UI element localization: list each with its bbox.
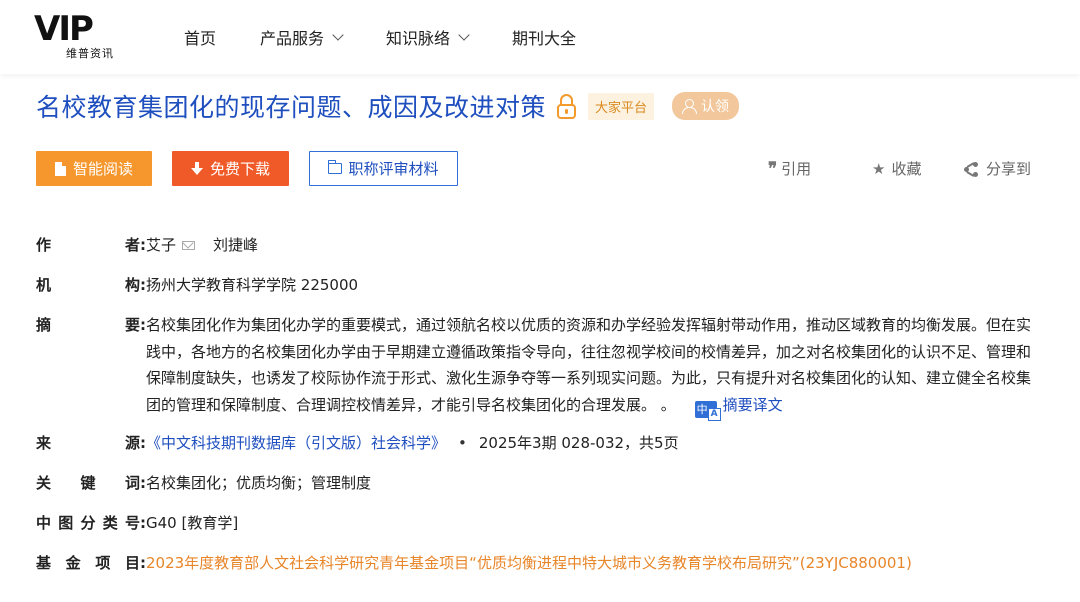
smart-read-button[interactable]: 智能阅读 <box>36 151 152 186</box>
logo-subtitle: 维普资讯 <box>66 47 114 60</box>
source-label: 来源: <box>36 434 146 452</box>
open-access-lock-icon <box>556 92 578 120</box>
organization-row: 机构: 扬州大学教育科学学院 225000 <box>36 272 1036 298</box>
free-download-button[interactable]: 免费下载 <box>172 151 289 186</box>
claim-button[interactable]: 认领 <box>672 92 740 120</box>
organization-label: 机构: <box>36 276 146 294</box>
nav-item-products[interactable]: 产品服务 <box>260 25 344 49</box>
person-icon <box>682 99 698 114</box>
abstract-label: 摘要: <box>36 316 146 334</box>
nav-label: 知识脉络 <box>386 29 451 48</box>
keywords-label: 关键词: <box>36 474 146 492</box>
chevron-down-icon <box>458 29 470 41</box>
organization-value[interactable]: 扬州大学教育科学学院 225000 <box>146 272 1036 298</box>
smart-read-label: 智能阅读 <box>72 160 133 178</box>
chevron-down-icon <box>332 29 344 41</box>
share-icon <box>964 161 978 177</box>
source-issue: 2025年3期 028-032，共5页 <box>478 434 679 452</box>
free-download-label: 免费下载 <box>209 160 270 178</box>
article-title: 名校教育集团化的现存问题、成因及改进对策 <box>36 93 547 122</box>
folder-icon <box>327 160 343 174</box>
cite-label: 引用 <box>781 160 812 178</box>
authors-value: 艾子 刘捷峰 <box>146 232 1036 258</box>
fund-value[interactable]: 2023年度教育部人文社会科学研究青年基金项目“优质均衡进程中特大城市义务教育学… <box>146 550 1036 576</box>
download-arrow-icon <box>190 161 203 176</box>
email-icon[interactable] <box>182 241 196 250</box>
source-journal-link[interactable]: 《中文科技期刊数据库（引文版）社会科学》 <box>146 434 446 452</box>
favorite-label: 收藏 <box>891 160 922 178</box>
author-link[interactable]: 艾子 <box>146 236 176 254</box>
logo-mark: VIP <box>34 9 94 49</box>
quote-icon: ❞ <box>768 158 777 179</box>
fund-label: 基金项目: <box>36 554 146 572</box>
fund-row: 基金项目: 2023年度教育部人文社会科学研究青年基金项目“优质均衡进程中特大城… <box>36 550 1036 576</box>
source-row: 来源: 《中文科技期刊数据库（引文版）社会科学》 • 2025年3期 028-032… <box>36 430 1036 456</box>
abstract-row: 摘要: 名校集团化作为集团化办学的重要模式，通过领航名校以优质的资源和办学经验发… <box>36 312 1036 421</box>
clc-label: 中图分类号: <box>36 514 146 532</box>
cite-button[interactable]: ❞ 引用 <box>768 158 811 179</box>
share-label: 分享到 <box>986 160 1032 178</box>
abstract-text: 名校集团化作为集团化办学的重要模式，通过领航名校以优质的资源和办学经验发挥辐射带… <box>146 316 1032 414</box>
authors-label: 作者: <box>36 236 146 254</box>
star-icon: ★ <box>872 159 886 178</box>
vip-logo[interactable]: VIP 维普资讯 <box>34 9 124 60</box>
article-metadata: 作者: 艾子 刘捷峰 机构: 扬州大学教育科学学院 225000 摘要: 名校集团… <box>36 232 1036 576</box>
authors-row: 作者: 艾子 刘捷峰 <box>36 232 1036 258</box>
nav-item-home[interactable]: 首页 <box>184 25 216 49</box>
title-material-label: 职称评审材料 <box>348 160 439 178</box>
document-icon <box>54 161 66 176</box>
abstract-translate-link[interactable]: 中摘要译文 <box>694 395 783 421</box>
source-value: 《中文科技期刊数据库（引文版）社会科学》 • 2025年3期 028-032，共5页 <box>146 430 1036 456</box>
claim-label: 认领 <box>701 99 730 115</box>
main-nav: 首页 产品服务 知识脉络 期刊大全 <box>184 24 620 50</box>
nav-label: 期刊大全 <box>512 29 577 48</box>
separator-dot: • <box>458 434 467 452</box>
top-navigation-bar: VIP 维普资讯 首页 产品服务 知识脉络 期刊大全 <box>0 0 1080 74</box>
clc-value[interactable]: G40 [教育学] <box>146 510 1036 536</box>
nav-item-journals[interactable]: 期刊大全 <box>512 25 576 49</box>
keywords-row: 关键词: 名校集团化；优质均衡；管理制度 <box>36 470 1036 496</box>
clc-row: 中图分类号: G40 [教育学] <box>36 510 1036 536</box>
share-button[interactable]: 分享到 <box>964 158 1031 179</box>
nav-label: 产品服务 <box>260 29 325 48</box>
platform-badge[interactable]: 大家平台 <box>588 92 655 120</box>
article-title-row: 名校教育集团化的现存问题、成因及改进对策 大家平台 认领 <box>36 86 740 126</box>
nav-item-knowledge[interactable]: 知识脉络 <box>386 25 470 49</box>
abstract-value: 名校集团化作为集团化办学的重要模式，通过领航名校以优质的资源和办学经验发挥辐射带… <box>146 312 1036 421</box>
translate-icon: 中 <box>694 400 721 421</box>
author-link[interactable]: 刘捷峰 <box>213 236 258 254</box>
abstract-translate-label: 摘要译文 <box>722 395 783 414</box>
nav-label: 首页 <box>184 29 217 48</box>
title-material-button[interactable]: 职称评审材料 <box>309 151 458 186</box>
keywords-value[interactable]: 名校集团化；优质均衡；管理制度 <box>146 470 1036 496</box>
favorite-button[interactable]: ★ 收藏 <box>872 158 921 179</box>
